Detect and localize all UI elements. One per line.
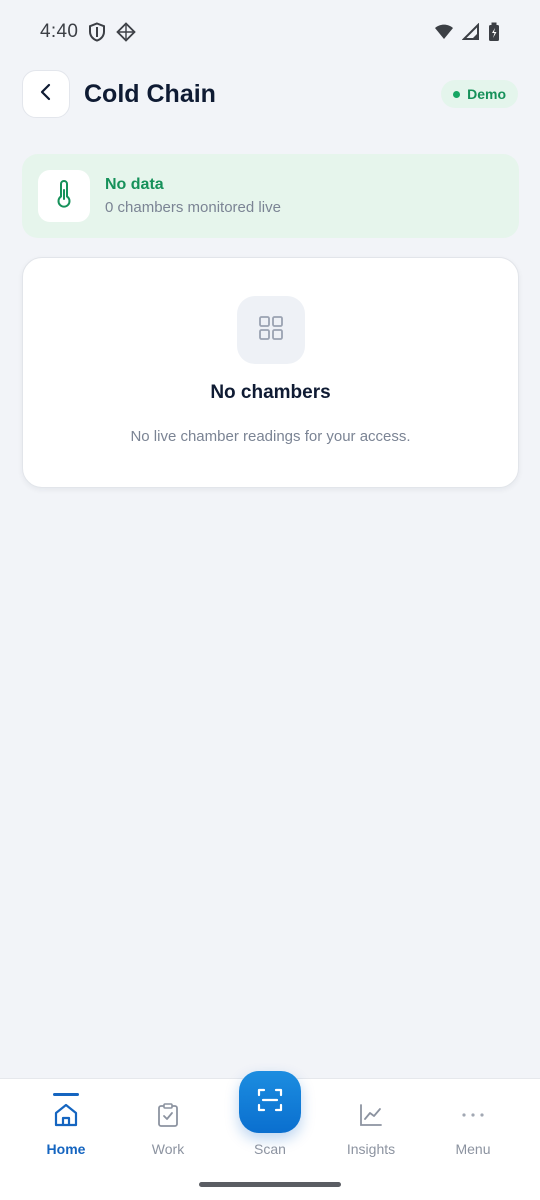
nav-item-work[interactable]: Work [118,1079,218,1169]
summary-card: No data 0 chambers monitored live [22,154,519,238]
gesture-bar[interactable] [199,1182,341,1187]
diamond-grid-icon [116,22,136,42]
summary-title: No data [105,176,164,193]
chart-line-icon [358,1101,384,1129]
active-tab-indicator [53,1093,79,1096]
battery-icon [488,22,500,42]
nav-item-insights[interactable]: Insights [321,1079,421,1169]
demo-badge-label: Demo [467,86,506,102]
empty-state-message: No live chamber readings for your access… [130,428,411,445]
nav-label-insights: Insights [346,1141,396,1157]
nav-label-scan[interactable]: Scan [219,1141,321,1157]
home-icon [53,1101,79,1129]
shield-icon [88,22,106,42]
nav-item-menu[interactable]: Menu [423,1079,523,1169]
summary-icon-box [38,170,90,222]
demo-badge: Demo [441,80,518,108]
nav-label-menu: Menu [455,1141,491,1157]
nav-label-home: Home [46,1141,86,1157]
header: Cold Chain Demo [22,70,520,118]
thermometer-icon [55,179,73,213]
nav-item-home[interactable]: Home [16,1079,116,1169]
grid-icon [258,315,284,346]
empty-state-title: No chambers [210,382,331,403]
back-button[interactable] [22,70,70,118]
scan-button[interactable] [239,1071,301,1133]
status-time: 4:40 [40,21,79,42]
summary-text: No data 0 chambers monitored live [105,176,281,216]
status-left: 4:40 [40,21,136,43]
page-title: Cold Chain [84,79,216,108]
wifi-icon [434,23,454,41]
status-bar: 4:40 [0,0,540,64]
more-dots-icon [460,1101,486,1129]
clipboard-check-icon [157,1101,179,1129]
empty-state-card: No chambers No live chamber readings for… [22,257,519,488]
status-right [434,22,500,42]
status-dot-icon [453,90,461,98]
scan-icon [256,1086,284,1119]
nav-label-work: Work [151,1141,185,1157]
empty-icon-box [236,296,305,364]
cell-signal-icon [462,23,480,41]
summary-subtitle: 0 chambers monitored live [105,199,281,216]
chevron-left-icon [36,82,56,107]
